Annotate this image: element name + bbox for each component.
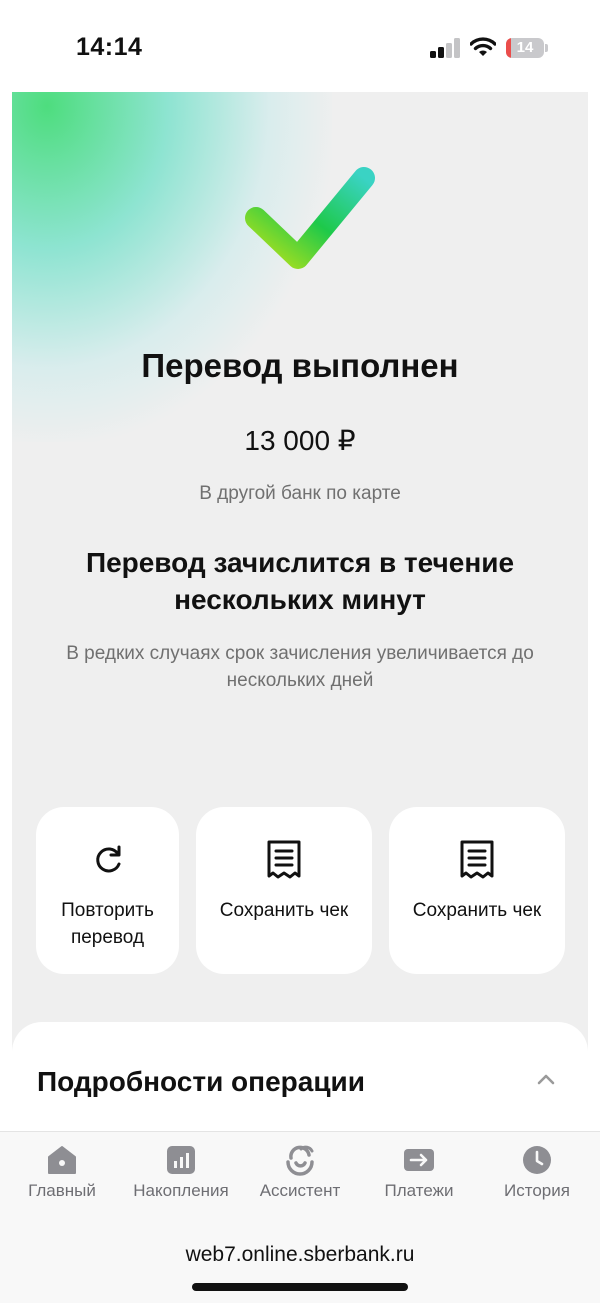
tab-assistant-label: Ассистент	[259, 1181, 341, 1200]
save-receipt-button-2[interactable]: Сохранить чек	[389, 807, 565, 974]
save-receipt-label-2: Сохранить чек	[412, 900, 542, 921]
repeat-transfer-label: Повторить перевод	[61, 900, 154, 948]
operation-details-panel[interactable]: Подробности операции	[12, 1022, 588, 1132]
url-text: web7.online.sberbank.ru	[185, 1243, 415, 1266]
refresh-icon	[95, 845, 120, 873]
home-icon	[48, 1146, 76, 1174]
home-indicator[interactable]	[192, 1283, 408, 1291]
save-receipt-button[interactable]: Сохранить чек	[196, 807, 372, 974]
receipt-icon	[460, 840, 494, 879]
transfer-type: В другой банк по карте	[199, 483, 401, 504]
save-receipt-label: Сохранить чек	[219, 900, 349, 921]
battery-level: 14	[516, 39, 534, 56]
clock-icon	[523, 1146, 551, 1174]
battery-icon: 14	[506, 38, 548, 58]
tab-payments-label: Платежи	[384, 1181, 454, 1200]
tab-savings[interactable]: Накопления	[121, 1132, 241, 1228]
transfer-amount: 13 000 ₽	[244, 425, 356, 456]
tab-history-label: История	[504, 1181, 570, 1200]
tab-home[interactable]: Главный	[2, 1132, 122, 1228]
savings-chart-icon	[167, 1146, 195, 1174]
tab-savings-label: Накопления	[133, 1181, 229, 1200]
status-bar: 14:14 14	[0, 0, 600, 92]
browser-address-bar[interactable]: web7.online.sberbank.ru	[0, 1227, 600, 1303]
transfer-result-screen: Перевод выполнен 13 000 ₽ В другой банк …	[12, 92, 588, 1132]
status-time: 14:14	[76, 33, 143, 61]
assistant-icon	[286, 1145, 314, 1176]
cellular-signal-icon	[430, 38, 460, 58]
tab-payments[interactable]: Платежи	[359, 1132, 479, 1228]
info-heading: Перевод зачислится в течение нескольких …	[85, 547, 515, 615]
tab-assistant[interactable]: Ассистент	[240, 1132, 360, 1228]
operation-details-title: Подробности операции	[37, 1066, 365, 1097]
chevron-up-icon[interactable]	[536, 1072, 556, 1086]
success-check-icon	[245, 167, 375, 269]
bottom-tab-bar: Главный Накопления Ассистент Платежи Ист…	[0, 1131, 600, 1227]
repeat-transfer-button[interactable]: Повторить перевод	[36, 807, 179, 974]
receipt-icon	[267, 840, 301, 879]
info-text: В редких случаях срок зачисления увеличи…	[66, 643, 534, 691]
payments-arrow-icon	[404, 1149, 434, 1171]
tab-home-label: Главный	[28, 1181, 96, 1200]
tab-history[interactable]: История	[477, 1132, 597, 1228]
page-title: Перевод выполнен	[141, 347, 459, 384]
wifi-icon	[470, 37, 496, 56]
